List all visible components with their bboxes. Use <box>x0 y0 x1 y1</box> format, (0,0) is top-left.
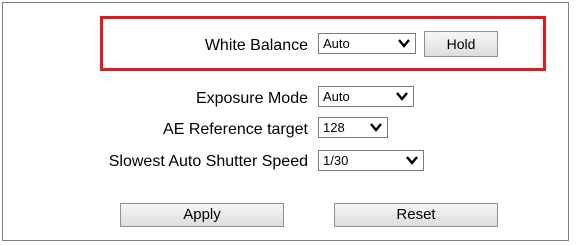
slowest-shutter-label: Slowest Auto Shutter Speed <box>108 153 308 170</box>
exposure-mode-select[interactable]: Auto <box>318 86 414 107</box>
chevron-down-icon <box>370 123 382 132</box>
white-balance-label: White Balance <box>204 37 308 54</box>
exposure-mode-label: Exposure Mode <box>195 90 308 107</box>
apply-button[interactable]: Apply <box>120 203 284 227</box>
reset-button[interactable]: Reset <box>334 203 498 227</box>
exposure-mode-value: Auto <box>323 89 350 104</box>
slowest-shutter-value: 1/30 <box>323 153 349 168</box>
chevron-down-icon <box>396 92 408 101</box>
slowest-shutter-select[interactable]: 1/30 <box>318 150 424 171</box>
hold-button[interactable]: Hold <box>424 31 498 57</box>
white-balance-value: Auto <box>323 36 350 51</box>
ae-reference-target-label: AE Reference target <box>163 121 308 138</box>
white-balance-select[interactable]: Auto <box>318 33 416 54</box>
ae-reference-target-select[interactable]: 128 <box>318 117 388 138</box>
camera-settings-page: White Balance Auto Hold Exposure Mode Au… <box>0 0 576 246</box>
chevron-down-icon <box>406 156 418 165</box>
ae-reference-target-value: 128 <box>323 120 345 135</box>
chevron-down-icon <box>398 39 410 48</box>
